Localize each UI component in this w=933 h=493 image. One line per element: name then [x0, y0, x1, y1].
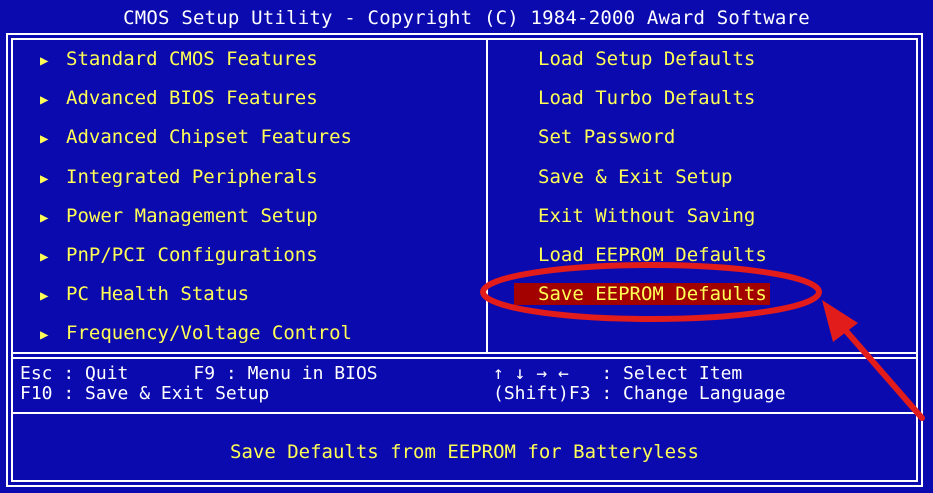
menu-item-save-eeprom-defaults[interactable]: Save EEPROM Defaults — [514, 275, 898, 314]
main-menu-left: ▶ Standard CMOS Features ▶ Advanced BIOS F… — [40, 40, 480, 354]
submenu-arrow-icon: ▶ — [40, 131, 49, 148]
menu-item-label: Power Management Setup — [66, 204, 318, 227]
menu-item-integrated-peripherals[interactable]: ▶ Integrated Peripherals — [40, 158, 480, 197]
menu-item-label: PC Health Status — [66, 283, 250, 306]
divider-line — [11, 412, 918, 414]
help-line: ↑ ↓ → ← : Select Item — [493, 363, 743, 384]
divider-line — [11, 357, 918, 359]
submenu-arrow-icon: ▶ — [40, 209, 49, 226]
menu-item-advanced-bios-features[interactable]: ▶ Advanced BIOS Features — [40, 79, 480, 118]
submenu-arrow-icon: ▶ — [40, 92, 49, 109]
help-line: F10 : Save & Exit Setup — [20, 383, 270, 404]
main-menu-right: Load Setup Defaults Load Turbo Defaults … — [514, 40, 898, 314]
menu-item-standard-cmos-features[interactable]: ▶ Standard CMOS Features — [40, 40, 480, 79]
menu-item-set-password[interactable]: Set Password — [538, 118, 898, 157]
menu-item-load-turbo-defaults[interactable]: Load Turbo Defaults — [538, 79, 898, 118]
menu-item-load-eeprom-defaults[interactable]: Load EEPROM Defaults — [538, 236, 898, 275]
menu-item-label: Integrated Peripherals — [66, 165, 318, 188]
menu-item-label: Frequency/Voltage Control — [66, 322, 352, 345]
menu-item-pnp-pci-configurations[interactable]: ▶ PnP/PCI Configurations — [40, 236, 480, 275]
submenu-arrow-icon: ▶ — [40, 248, 49, 265]
menu-item-pc-health-status[interactable]: ▶ PC Health Status — [40, 275, 480, 314]
menu-item-label: Advanced Chipset Features — [66, 126, 352, 149]
bios-screen: CMOS Setup Utility - Copyright (C) 1984-… — [0, 0, 933, 493]
menu-item-label: Standard CMOS Features — [66, 48, 318, 70]
menu-item-save-exit-setup[interactable]: Save & Exit Setup — [538, 158, 898, 197]
help-keys-left: Esc : Quit F9 : Menu in BIOS F10 : Save &… — [20, 364, 378, 404]
menu-item-power-management-setup[interactable]: ▶ Power Management Setup — [40, 197, 480, 236]
help-line: (Shift)F3 : Change Language — [493, 383, 786, 404]
submenu-arrow-icon: ▶ — [40, 170, 49, 187]
menu-item-advanced-chipset-features[interactable]: ▶ Advanced Chipset Features — [40, 118, 480, 157]
status-line: Save Defaults from EEPROM for Batteryles… — [230, 441, 699, 463]
submenu-arrow-icon: ▶ — [40, 288, 49, 305]
submenu-arrow-icon: ▶ — [40, 327, 49, 344]
help-keys-right: ↑ ↓ → ← : Select Item (Shift)F3 : Change … — [493, 364, 786, 404]
menu-item-frequency-voltage-control[interactable]: ▶ Frequency/Voltage Control — [40, 314, 480, 353]
help-line: Esc : Quit F9 : Menu in BIOS — [20, 363, 378, 384]
menu-item-load-setup-defaults[interactable]: Load Setup Defaults — [538, 40, 898, 79]
menu-item-exit-without-saving[interactable]: Exit Without Saving — [538, 197, 898, 236]
selected-highlight: Save EEPROM Defaults — [514, 283, 770, 306]
menu-item-label: Advanced BIOS Features — [66, 87, 318, 110]
column-divider — [486, 38, 488, 354]
title-bar: CMOS Setup Utility - Copyright (C) 1984-… — [0, 0, 933, 36]
menu-item-label: PnP/PCI Configurations — [66, 243, 318, 266]
submenu-arrow-icon: ▶ — [40, 53, 49, 69]
